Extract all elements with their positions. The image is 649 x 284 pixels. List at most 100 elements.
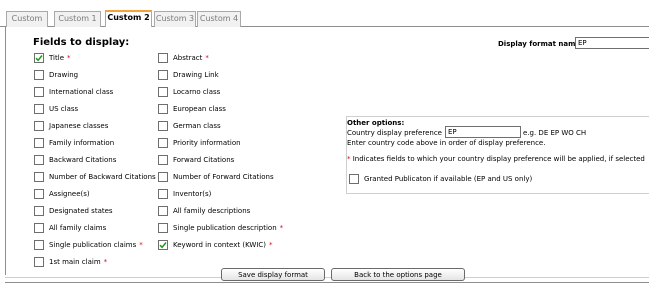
required-marker: *: [269, 241, 273, 249]
field-checkbox[interactable]: [158, 138, 168, 148]
field-label: US class: [49, 105, 79, 113]
field-option[interactable]: European class: [158, 103, 226, 115]
field-option[interactable]: Forward Citations: [158, 154, 234, 166]
field-checkbox[interactable]: [158, 87, 168, 97]
country-preference-label: Country display preference: [347, 129, 442, 137]
tab-custom-4[interactable]: Custom 4: [197, 11, 241, 27]
field-option[interactable]: Designated states: [34, 205, 113, 217]
field-option[interactable]: German class: [158, 120, 221, 132]
checkmark-icon: [159, 242, 167, 249]
field-option[interactable]: All family claims: [34, 222, 106, 234]
field-checkbox[interactable]: [34, 257, 44, 267]
field-option[interactable]: Family information: [34, 137, 114, 149]
field-checkbox[interactable]: [158, 223, 168, 233]
note-text: * Indicates fields to which your country…: [347, 155, 645, 163]
required-marker: *: [139, 241, 143, 249]
back-to-options-button[interactable]: Back to the options page: [331, 268, 465, 281]
required-marker: *: [279, 224, 284, 232]
field-label: All family claims: [49, 224, 107, 232]
field-option[interactable]: Abstract *: [158, 52, 209, 64]
field-checkbox[interactable]: [158, 240, 168, 250]
country-preference-input[interactable]: [445, 126, 521, 138]
field-checkbox[interactable]: [158, 155, 168, 165]
field-checkbox[interactable]: [34, 87, 44, 97]
field-checkbox[interactable]: [34, 206, 44, 216]
granted-publication-label: Granted Publicaton if available (EP and …: [364, 175, 533, 183]
field-option[interactable]: Single publication claims *: [34, 239, 143, 251]
field-label: Priority information: [173, 139, 241, 147]
field-label: International class: [49, 88, 114, 96]
field-label: Keyword in context (KWIC): [173, 241, 267, 249]
field-option[interactable]: Drawing: [34, 69, 78, 81]
field-checkbox[interactable]: [34, 189, 44, 199]
field-checkbox[interactable]: [158, 121, 168, 131]
field-option[interactable]: Japanese classes: [34, 120, 108, 132]
field-checkbox[interactable]: [158, 104, 168, 114]
tab-bar: Custom Custom 1 Custom 2 Custom 3 Custom…: [0, 0, 649, 28]
field-label: Title: [49, 54, 65, 62]
field-label: Backward Citations: [49, 156, 117, 164]
field-label: 1st main claim: [49, 258, 101, 266]
field-option[interactable]: Inventor(s): [158, 188, 211, 200]
field-option[interactable]: US class: [34, 103, 78, 115]
field-label: Number of Forward Citations: [173, 173, 274, 181]
required-marker: *: [67, 54, 71, 62]
field-option[interactable]: Single publication description *: [158, 222, 283, 234]
required-marker: *: [205, 54, 209, 62]
field-option[interactable]: All family descriptions: [158, 205, 250, 217]
field-label: Forward Citations: [173, 156, 235, 164]
country-preference-hint: Enter country code above in order of dis…: [347, 139, 546, 147]
save-display-format-button[interactable]: Save display format: [221, 268, 325, 281]
tab-custom[interactable]: Custom: [6, 11, 48, 27]
field-option[interactable]: Assignee(s): [34, 188, 90, 200]
field-checkbox[interactable]: [34, 223, 44, 233]
field-checkbox[interactable]: [34, 172, 44, 182]
tab-custom-1[interactable]: Custom 1: [54, 11, 101, 27]
field-label: Number of Backward Citations: [49, 173, 156, 181]
granted-publication-checkbox[interactable]: [349, 174, 359, 184]
field-label: Drawing Link: [173, 71, 219, 79]
panel-bottom-border: [5, 282, 649, 283]
field-option[interactable]: International class: [34, 86, 113, 98]
country-preference-example: e.g. DE EP WO CH: [523, 129, 587, 137]
field-label: Locarno class: [173, 88, 221, 96]
field-option[interactable]: Locarno class: [158, 86, 220, 98]
field-option[interactable]: Backward Citations: [34, 154, 116, 166]
display-format-name-label: Display format name: [498, 40, 581, 48]
field-checkbox[interactable]: [34, 240, 44, 250]
field-label: Drawing: [49, 71, 79, 79]
field-option[interactable]: Priority information: [158, 137, 241, 149]
field-checkbox[interactable]: [34, 121, 44, 131]
field-checkbox[interactable]: [158, 189, 168, 199]
field-checkbox[interactable]: [158, 70, 168, 80]
field-checkbox[interactable]: [158, 53, 168, 63]
field-option[interactable]: Number of Forward Citations: [158, 171, 274, 183]
field-label: Single publication description: [173, 224, 277, 232]
divider: [5, 277, 649, 278]
granted-publication-option[interactable]: Granted Publicaton if available (EP and …: [349, 173, 532, 185]
fields-heading: Fields to display:: [33, 37, 130, 48]
field-option[interactable]: Keyword in context (KWIC) *: [158, 239, 273, 251]
field-option[interactable]: Title *: [34, 52, 71, 64]
field-checkbox[interactable]: [34, 53, 44, 63]
field-checkbox[interactable]: [34, 155, 44, 165]
display-format-name-input[interactable]: [575, 37, 649, 49]
field-label: Assignee(s): [49, 190, 90, 198]
field-checkbox[interactable]: [34, 104, 44, 114]
field-label: Family information: [49, 139, 115, 147]
field-option[interactable]: 1st main claim *: [34, 256, 107, 268]
field-label: Inventor(s): [173, 190, 212, 198]
field-label: Designated states: [49, 207, 113, 215]
field-option[interactable]: Drawing Link: [158, 69, 219, 81]
other-options-heading: Other options:: [347, 119, 405, 127]
tab-custom-3[interactable]: Custom 3: [154, 11, 196, 27]
tab-custom-2[interactable]: Custom 2: [105, 10, 152, 28]
field-checkbox[interactable]: [158, 172, 168, 182]
field-checkbox[interactable]: [34, 70, 44, 80]
field-option[interactable]: Number of Backward Citations: [34, 171, 156, 183]
country-preference-note: * Indicates fields to which your country…: [347, 155, 645, 163]
field-label: Japanese classes: [49, 122, 109, 130]
field-checkbox[interactable]: [34, 138, 44, 148]
field-checkbox[interactable]: [158, 206, 168, 216]
field-label: Abstract: [173, 54, 203, 62]
